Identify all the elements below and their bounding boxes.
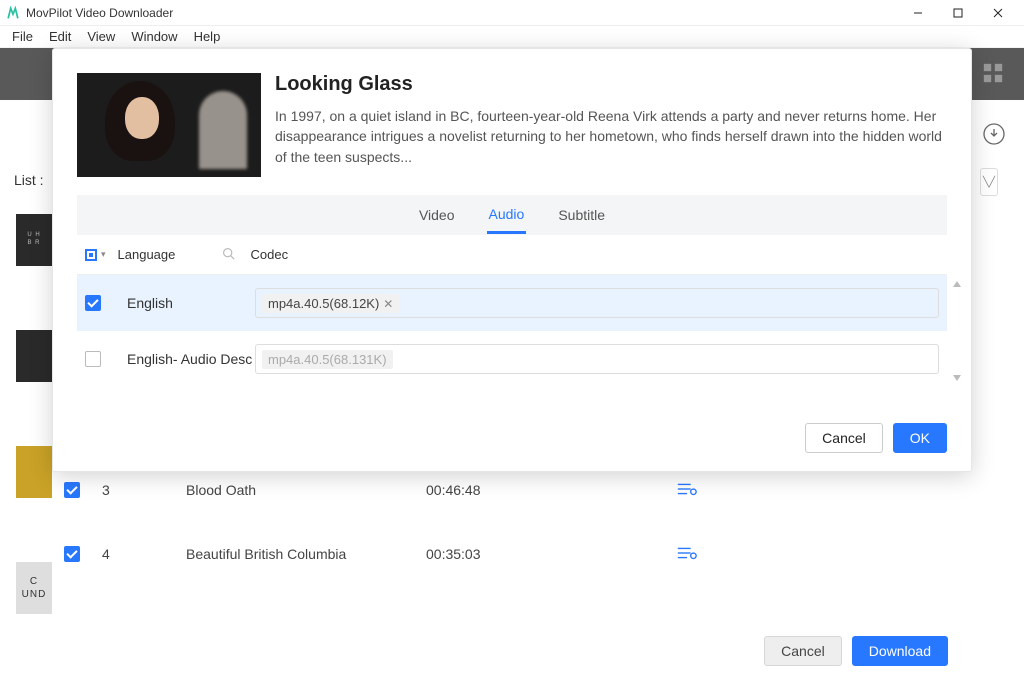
window-maximize-button[interactable] [938, 0, 978, 26]
tab-audio[interactable]: Audio [487, 197, 527, 234]
codec-chip-input[interactable]: mp4a.40.5(68.12K)✕ [255, 288, 939, 318]
row-title: Beautiful British Columbia [186, 546, 426, 562]
codec-chip-input[interactable]: mp4a.40.5(68.131K) [255, 344, 939, 374]
tab-subtitle[interactable]: Subtitle [556, 198, 607, 232]
poster-thumb-3[interactable] [16, 446, 52, 498]
titlebar: MovPilot Video Downloader [0, 0, 1024, 26]
modal-description: In 1997, on a quiet island in BC, fourte… [275, 106, 947, 167]
row-settings-icon[interactable] [676, 480, 698, 501]
row-settings-icon[interactable] [676, 544, 698, 565]
row-duration: 00:35:03 [426, 546, 676, 562]
poster-thumb-1[interactable]: U HB R [16, 214, 52, 266]
menu-view[interactable]: View [79, 27, 123, 46]
row-title: Blood Oath [186, 482, 426, 498]
row-checkbox[interactable] [64, 546, 80, 562]
row-index: 4 [102, 546, 186, 562]
modal-footer: Cancel OK [77, 423, 947, 453]
main-footer-buttons: Cancel Download [764, 636, 948, 666]
episode-table: 3 Blood Oath 00:46:48 4 Beautiful Britis… [64, 458, 948, 586]
codec-chip[interactable]: mp4a.40.5(68.12K)✕ [262, 294, 399, 313]
select-all-chevron-icon[interactable]: ▾ [101, 249, 106, 260]
modal-title: Looking Glass [275, 73, 947, 96]
grid-view-icon[interactable] [982, 62, 1004, 84]
audio-language-label: English [127, 295, 255, 311]
poster-thumb-2[interactable] [16, 330, 52, 382]
audio-checkbox[interactable] [85, 295, 101, 311]
window-minimize-button[interactable] [898, 0, 938, 26]
window-close-button[interactable] [978, 0, 1018, 26]
select-all-checkbox[interactable] [85, 249, 97, 261]
audio-row[interactable]: English- Audio Desc mp4a.40.5(68.131K) [77, 331, 947, 387]
window-title: MovPilot Video Downloader [26, 6, 898, 20]
menu-help[interactable]: Help [186, 27, 229, 46]
menu-file[interactable]: File [4, 27, 41, 46]
grid-header: ▾ Language Codec [77, 235, 947, 275]
codec-chip: mp4a.40.5(68.131K) [262, 350, 393, 369]
table-row[interactable]: 4 Beautiful British Columbia 00:35:03 [64, 522, 948, 586]
episode-thumbnail [77, 73, 261, 177]
menu-edit[interactable]: Edit [41, 27, 79, 46]
poster-thumb-4[interactable]: C UND [16, 562, 52, 614]
modal-tabs: Video Audio Subtitle [77, 195, 947, 235]
column-language: Language [118, 247, 222, 262]
list-dropdown-caret[interactable]: ╲╱ [980, 168, 998, 196]
row-index: 3 [102, 482, 186, 498]
modal-cancel-button[interactable]: Cancel [805, 423, 883, 453]
row-duration: 00:46:48 [426, 482, 676, 498]
main-download-button[interactable]: Download [852, 636, 948, 666]
scrollbar[interactable] [953, 281, 961, 381]
list-label: List : [14, 172, 44, 188]
chip-remove-icon[interactable]: ✕ [383, 297, 393, 311]
app-logo-icon [6, 6, 20, 20]
row-checkbox[interactable] [64, 482, 80, 498]
menubar: File Edit View Window Help [0, 26, 1024, 48]
column-codec: Codec [251, 247, 289, 262]
tab-video[interactable]: Video [417, 198, 457, 232]
search-icon[interactable] [222, 247, 235, 263]
main-cancel-button[interactable]: Cancel [764, 636, 842, 666]
audio-row[interactable]: English mp4a.40.5(68.12K)✕ [77, 275, 947, 331]
modal-ok-button[interactable]: OK [893, 423, 947, 453]
menu-window[interactable]: Window [123, 27, 185, 46]
grid-body: English mp4a.40.5(68.12K)✕ English- Audi… [77, 275, 947, 387]
audio-language-label: English- Audio Desc [127, 351, 255, 367]
audio-checkbox[interactable] [85, 351, 101, 367]
audio-selection-modal: Looking Glass In 1997, on a quiet island… [52, 48, 972, 472]
download-queue-icon[interactable] [982, 122, 1006, 146]
